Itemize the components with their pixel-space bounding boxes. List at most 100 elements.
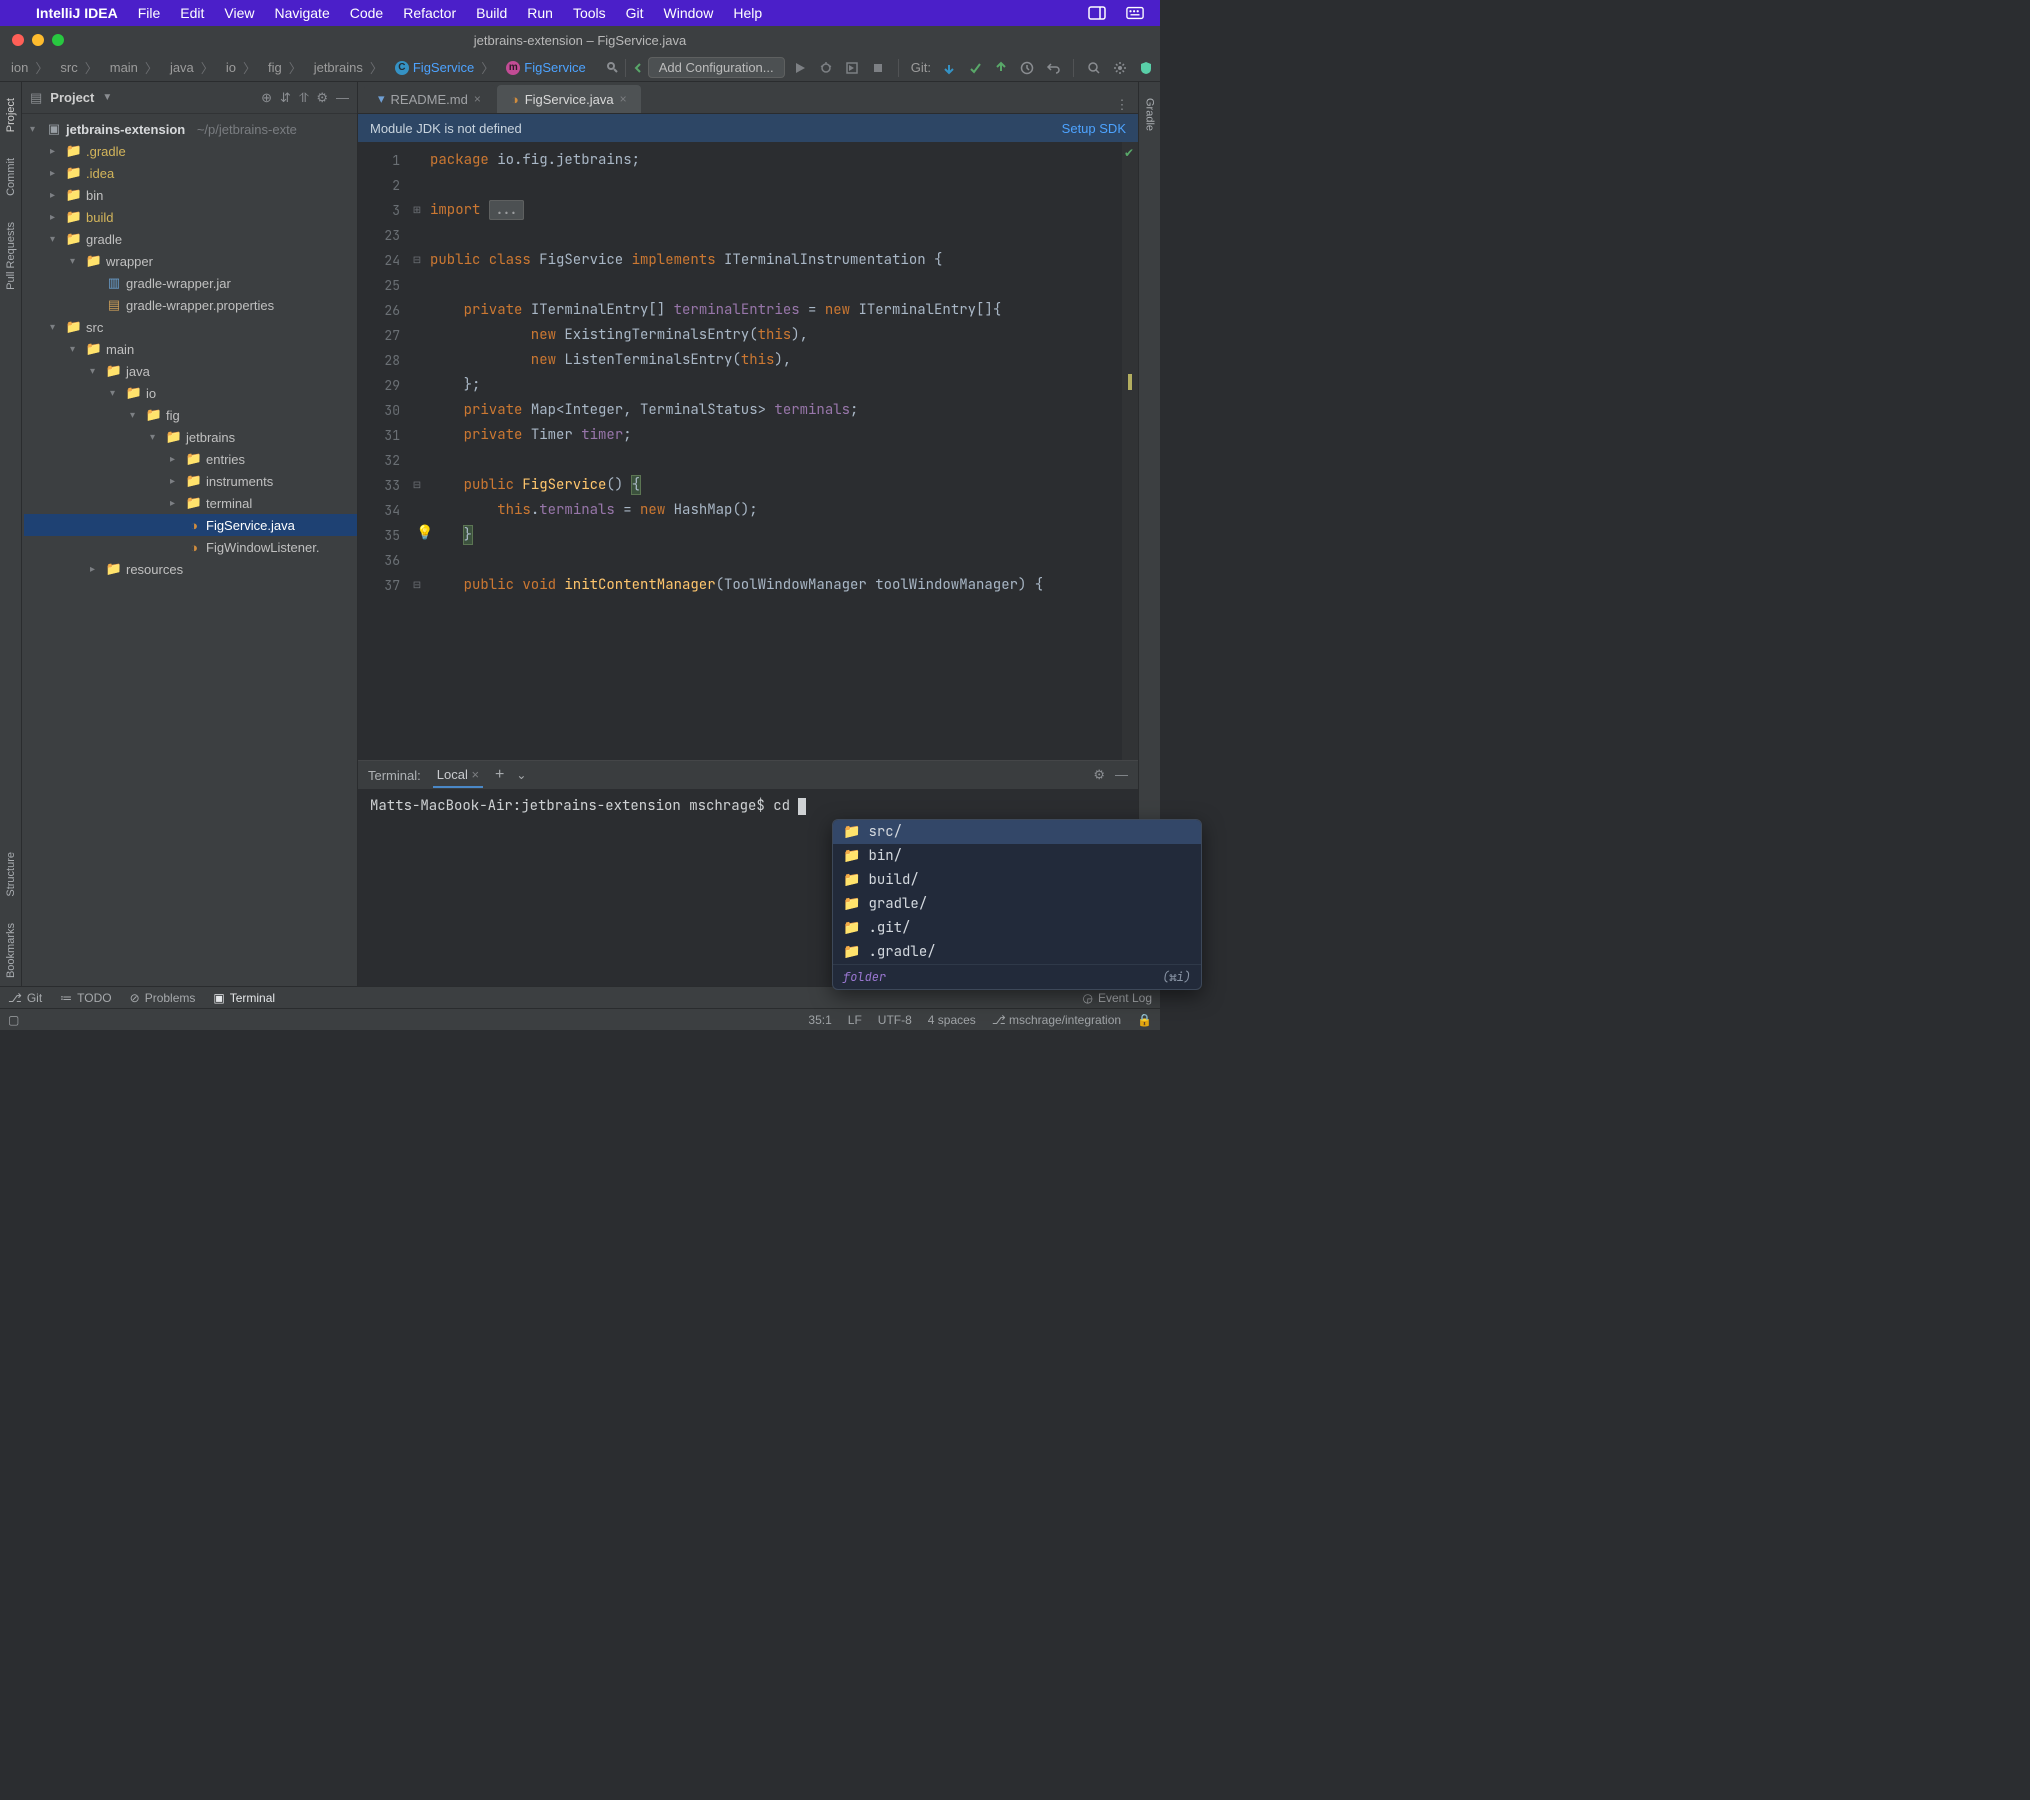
close-tab-icon[interactable]: × bbox=[620, 92, 627, 106]
terminal-session-tab[interactable]: Local × bbox=[433, 763, 483, 788]
menu-git[interactable]: Git bbox=[626, 5, 644, 21]
suggestion-item[interactable]: 📁.git/ bbox=[833, 916, 1201, 940]
warning-marker[interactable] bbox=[1128, 374, 1132, 390]
tree-node[interactable]: ▾📁jetbrains bbox=[24, 426, 357, 448]
tree-root[interactable]: ▾ ▣ jetbrains-extension ~/p/jetbrains-ex… bbox=[24, 118, 357, 140]
git-commit-icon[interactable] bbox=[967, 60, 983, 76]
stop-icon[interactable] bbox=[870, 60, 886, 76]
search-icon[interactable] bbox=[1086, 60, 1102, 76]
undo-icon[interactable] bbox=[1045, 60, 1061, 76]
breadcrumb[interactable]: jetbrains〉 bbox=[309, 58, 388, 77]
ide-shield-icon[interactable] bbox=[1138, 60, 1154, 76]
indent-setting[interactable]: 4 spaces bbox=[928, 1013, 976, 1027]
settings-gear-icon[interactable] bbox=[1112, 60, 1128, 76]
tree-node[interactable]: ▸📁terminal bbox=[24, 492, 357, 514]
setup-sdk-link[interactable]: Setup SDK bbox=[1062, 121, 1126, 136]
project-label[interactable]: Project bbox=[50, 90, 94, 105]
terminal-body[interactable]: Matts-MacBook-Air:jetbrains-extension ms… bbox=[358, 789, 1138, 986]
intention-bulb-icon[interactable]: 💡 bbox=[416, 521, 433, 546]
collapse-all-icon[interactable]: ⥣ bbox=[299, 90, 308, 106]
suggestion-item[interactable]: 📁src/ bbox=[833, 820, 1201, 844]
lock-icon[interactable]: 🔒 bbox=[1137, 1013, 1152, 1027]
chevron-left-icon[interactable] bbox=[630, 60, 646, 76]
tree-node[interactable]: ▾📁gradle bbox=[24, 228, 357, 250]
cursor-position[interactable]: 35:1 bbox=[808, 1013, 831, 1027]
new-session-icon[interactable]: + bbox=[495, 766, 504, 784]
tree-node[interactable]: ▸📁entries bbox=[24, 448, 357, 470]
menubar-panel-icon[interactable] bbox=[1088, 4, 1106, 22]
project-view-icon[interactable]: ▤ bbox=[30, 90, 42, 106]
breadcrumb-method[interactable]: mFigService bbox=[501, 60, 590, 75]
tree-node[interactable]: ▾📁wrapper bbox=[24, 250, 357, 272]
tree-node[interactable]: ▾📁io bbox=[24, 382, 357, 404]
menu-run[interactable]: Run bbox=[527, 5, 553, 21]
tree-node[interactable]: ▤gradle-wrapper.properties bbox=[24, 294, 357, 316]
line-separator[interactable]: LF bbox=[848, 1013, 862, 1027]
git-branch[interactable]: ⎇ mschrage/integration bbox=[992, 1013, 1121, 1027]
hide-panel-icon[interactable]: — bbox=[336, 90, 349, 106]
sidetab-gradle[interactable]: Gradle bbox=[1142, 90, 1158, 139]
file-encoding[interactable]: UTF-8 bbox=[878, 1013, 912, 1027]
expand-all-icon[interactable]: ⇵ bbox=[280, 90, 291, 106]
locate-icon[interactable]: ⊕ bbox=[261, 90, 272, 106]
project-tree[interactable]: ▾ ▣ jetbrains-extension ~/p/jetbrains-ex… bbox=[22, 114, 357, 986]
sidetab-bookmarks[interactable]: Bookmarks bbox=[3, 915, 19, 986]
fold-gutter[interactable]: ⊞⊟⊟⊟ bbox=[408, 142, 426, 760]
tree-node[interactable]: ◑FigService.java bbox=[24, 514, 357, 536]
bottomtab-git[interactable]: ⎇ Git bbox=[8, 991, 42, 1005]
tree-node[interactable]: ▸📁instruments bbox=[24, 470, 357, 492]
sidetab-commit[interactable]: Commit bbox=[3, 150, 19, 204]
breadcrumb[interactable]: ion〉 bbox=[6, 58, 53, 77]
menubar-keyboard-icon[interactable] bbox=[1126, 4, 1144, 22]
tab-overflow-icon[interactable]: ⋮ bbox=[1114, 97, 1130, 113]
tree-node[interactable]: ▸📁bin bbox=[24, 184, 357, 206]
editor-tab-figservice[interactable]: ◑ FigService.java × bbox=[497, 85, 641, 113]
tree-node[interactable]: ▸📁build bbox=[24, 206, 357, 228]
app-name[interactable]: IntelliJ IDEA bbox=[36, 5, 118, 21]
tree-node[interactable]: ◑FigWindowListener. bbox=[24, 536, 357, 558]
menu-refactor[interactable]: Refactor bbox=[403, 5, 456, 21]
tree-node[interactable]: ▸📁.gradle bbox=[24, 140, 357, 162]
tree-node[interactable]: ▾📁java bbox=[24, 360, 357, 382]
inspections-icon[interactable] bbox=[605, 60, 621, 76]
menu-file[interactable]: File bbox=[138, 5, 161, 21]
breadcrumb-class[interactable]: CFigService〉 bbox=[390, 58, 499, 77]
bottomtab-terminal[interactable]: ▣ Terminal bbox=[213, 991, 275, 1005]
breadcrumb[interactable]: fig〉 bbox=[263, 58, 307, 77]
tree-node[interactable]: ▸📁resources bbox=[24, 558, 357, 580]
menu-tools[interactable]: Tools bbox=[573, 5, 606, 21]
menu-view[interactable]: View bbox=[224, 5, 254, 21]
bottomtab-event-log[interactable]: ◶ Event Log bbox=[1082, 991, 1152, 1005]
tree-node[interactable]: ▾📁main bbox=[24, 338, 357, 360]
menu-edit[interactable]: Edit bbox=[180, 5, 204, 21]
run-configuration-dropdown[interactable]: Add Configuration... bbox=[648, 57, 785, 78]
bottomtab-problems[interactable]: ⊘ Problems bbox=[130, 991, 196, 1005]
breadcrumb[interactable]: main〉 bbox=[105, 58, 163, 77]
tree-node[interactable]: ▾📁fig bbox=[24, 404, 357, 426]
toolwindows-quick-icon[interactable]: ▢ bbox=[8, 1013, 19, 1027]
project-view-dropdown-icon[interactable]: ▼ bbox=[102, 92, 112, 103]
menu-help[interactable]: Help bbox=[733, 5, 762, 21]
tree-node[interactable]: ▥gradle-wrapper.jar bbox=[24, 272, 357, 294]
bottomtab-todo[interactable]: ≔ TODO bbox=[60, 991, 111, 1005]
breadcrumb[interactable]: java〉 bbox=[165, 58, 219, 77]
terminal-settings-icon[interactable]: ⚙ bbox=[1093, 767, 1105, 783]
breadcrumb[interactable]: src〉 bbox=[55, 58, 102, 77]
session-dropdown-icon[interactable]: ⌄ bbox=[516, 768, 526, 782]
git-pull-icon[interactable] bbox=[941, 60, 957, 76]
coverage-run-icon[interactable] bbox=[844, 60, 860, 76]
suggestion-item[interactable]: 📁.gradle/ bbox=[833, 940, 1201, 964]
git-history-icon[interactable] bbox=[1019, 60, 1035, 76]
sidetab-project[interactable]: Project bbox=[3, 90, 19, 140]
menu-code[interactable]: Code bbox=[350, 5, 383, 21]
tree-node[interactable]: ▸📁.idea bbox=[24, 162, 357, 184]
breadcrumb[interactable]: io〉 bbox=[221, 58, 261, 77]
git-push-icon[interactable] bbox=[993, 60, 1009, 76]
menu-build[interactable]: Build bbox=[476, 5, 507, 21]
sidetab-pull-requests[interactable]: Pull Requests bbox=[3, 214, 19, 298]
hide-terminal-icon[interactable]: — bbox=[1115, 767, 1128, 783]
gear-icon[interactable]: ⚙ bbox=[316, 90, 328, 106]
suggestion-item[interactable]: 📁bin/ bbox=[833, 844, 1201, 868]
editor-tab-readme[interactable]: ▾ README.md × bbox=[364, 85, 495, 113]
menu-window[interactable]: Window bbox=[664, 5, 714, 21]
